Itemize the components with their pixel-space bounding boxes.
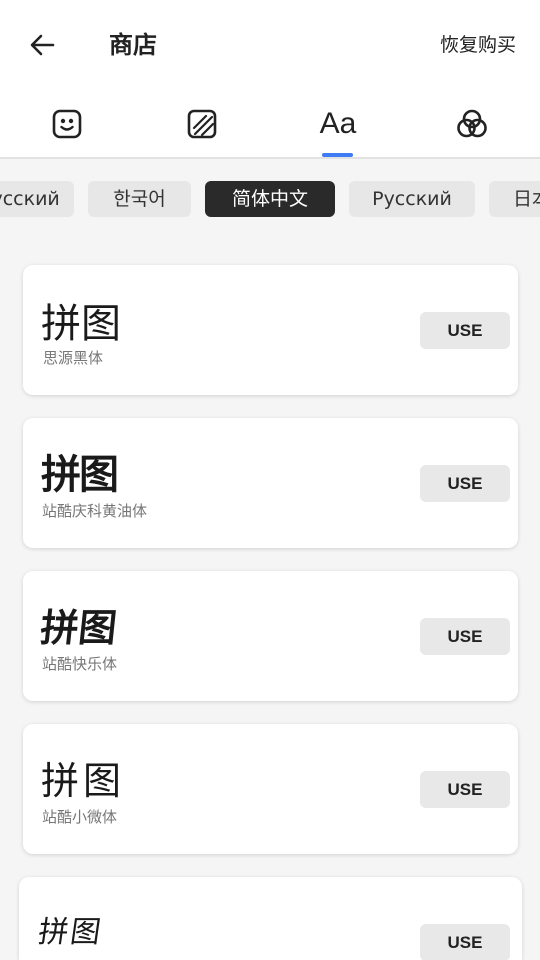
tab-font-label: Aa [319, 107, 357, 140]
font-card-zcool-qingke: 拼图 站酷庆科黄油体 USE [23, 418, 518, 548]
use-button[interactable]: USE [420, 465, 510, 502]
font-preview: 拼图 [41, 759, 126, 803]
language-chip-russian[interactable]: Русский [349, 181, 475, 217]
font-name: 思源黑体 [43, 349, 104, 367]
font-preview: 拼图 [36, 915, 105, 950]
font-preview: 拼图 [38, 606, 119, 650]
font-preview: 拼图 [41, 452, 119, 498]
language-chip-russian-left[interactable]: Русский [0, 181, 74, 217]
back-button[interactable] [28, 30, 58, 60]
font-card-zcool-xiaowei: 拼图 站酷小微体 USE [23, 724, 518, 854]
page-title: 商店 [109, 31, 157, 59]
font-name: 站酷快乐体 [42, 655, 118, 673]
font-card-zcool-kuaile: 拼图 站酷快乐体 USE [23, 571, 518, 701]
tab-font[interactable]: Aa [308, 100, 368, 150]
language-chip-japanese[interactable]: 日本語 [489, 181, 540, 217]
language-chip-simplified-chinese[interactable]: 简体中文 [205, 181, 335, 217]
use-button[interactable]: USE [420, 924, 510, 960]
language-chip-korean[interactable]: 한국어 [88, 181, 191, 217]
tab-sticker[interactable] [37, 100, 97, 150]
header-divider [0, 157, 540, 159]
font-card-handwritten: 拼图 USE [19, 877, 522, 960]
restore-purchase-button[interactable]: 恢复购买 [440, 33, 516, 57]
tab-pattern[interactable] [172, 100, 232, 150]
smiley-icon [52, 109, 82, 139]
tab-filter[interactable] [442, 100, 502, 150]
arrow-left-icon [30, 34, 55, 56]
top-bar: 商店 恢复购买 Aa [0, 0, 540, 158]
language-chip-row[interactable]: Русский 한국어 简体中文 Русский 日本語 [0, 181, 540, 217]
font-preview: 拼图 [41, 301, 121, 347]
use-button[interactable]: USE [420, 618, 510, 655]
overlapping-circles-icon [457, 109, 487, 138]
use-button[interactable]: USE [420, 312, 510, 349]
font-card-siyuan-heiti: 拼图 思源黑体 USE [23, 265, 518, 395]
font-name: 站酷小微体 [42, 808, 118, 826]
striped-square-icon [187, 109, 217, 139]
use-button[interactable]: USE [420, 771, 510, 808]
font-name: 站酷庆科黄油体 [42, 502, 148, 520]
